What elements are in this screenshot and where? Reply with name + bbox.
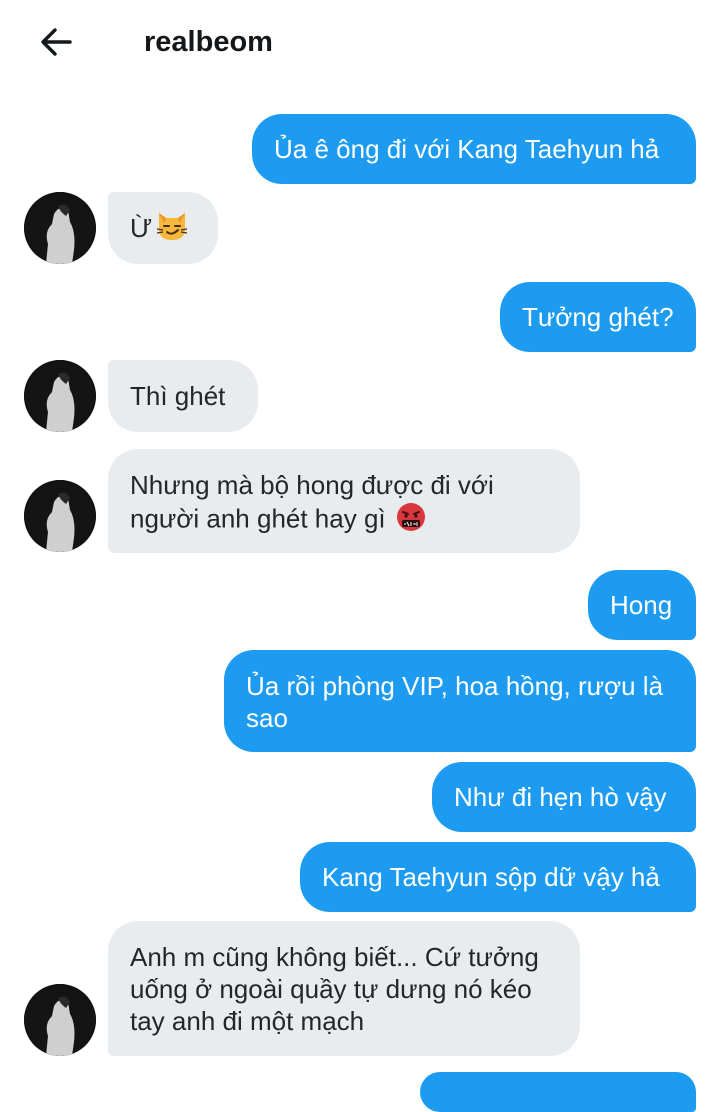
avatar[interactable] xyxy=(24,480,96,552)
message-text: Ừ xyxy=(130,213,153,243)
message-incoming[interactable]: Nhưng mà bộ hong được đi với người anh g… xyxy=(108,449,580,553)
face-with-symbols-icon xyxy=(395,501,427,540)
message-text: Ủa ê ông đi với Kang Taehyun hả xyxy=(274,134,660,164)
avatar[interactable] xyxy=(24,984,96,1056)
avatar-image xyxy=(24,480,96,552)
chat-header: realbeom xyxy=(0,0,720,84)
message-text: Anh m cũng không biết... Cứ tưởng uống ở… xyxy=(130,942,539,1036)
message-outgoing[interactable]: Tưởng ghét? xyxy=(500,282,696,352)
message-incoming[interactable]: Ừ xyxy=(108,192,218,264)
back-button[interactable] xyxy=(34,20,78,64)
message-outgoing[interactable]: Ủa ê ông đi với Kang Taehyun hả xyxy=(252,114,696,184)
message-outgoing-partial[interactable] xyxy=(420,1072,696,1112)
arrow-left-icon xyxy=(41,28,72,56)
message-text: Kang Taehyun sộp dữ vậy hả xyxy=(322,862,660,892)
message-text: Nhưng mà bộ hong được đi với người anh g… xyxy=(130,469,558,540)
avatar-image xyxy=(24,360,96,432)
message-outgoing[interactable]: Như đi hẹn hò vậy xyxy=(432,762,696,832)
avatar[interactable] xyxy=(24,360,96,432)
message-text: Tưởng ghét? xyxy=(522,302,674,332)
message-text: Hong xyxy=(610,590,673,620)
message-outgoing[interactable]: Hong xyxy=(588,570,696,640)
contact-name[interactable]: realbeom xyxy=(144,22,273,62)
message-text: Như đi hẹn hò vậy xyxy=(454,782,667,812)
avatar-image xyxy=(24,984,96,1056)
message-incoming[interactable]: Thì ghét xyxy=(108,360,258,432)
avatar-image xyxy=(24,192,96,264)
message-outgoing[interactable]: Kang Taehyun sộp dữ vậy hả xyxy=(300,842,696,912)
message-text: Ủa rồi phòng VIP, hoa hồng, rượu là sao xyxy=(246,671,664,733)
message-incoming[interactable]: Anh m cũng không biết... Cứ tưởng uống ở… xyxy=(108,921,580,1056)
smirking-cat-icon xyxy=(154,207,190,250)
message-outgoing[interactable]: Ủa rồi phòng VIP, hoa hồng, rượu là sao xyxy=(224,650,696,752)
avatar[interactable] xyxy=(24,192,96,264)
message-text: Thì ghét xyxy=(130,381,226,411)
